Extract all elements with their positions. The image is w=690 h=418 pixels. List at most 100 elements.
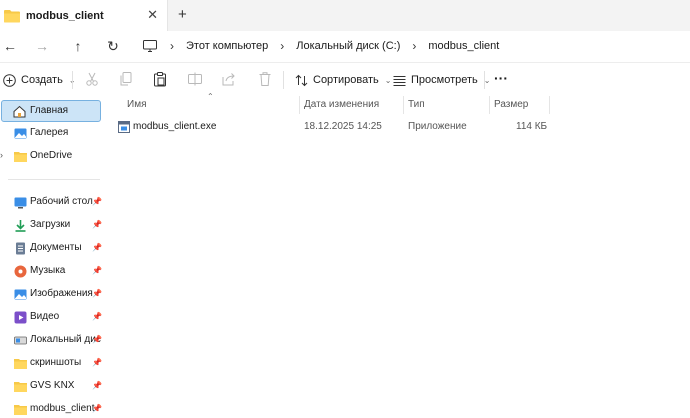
sidebar-item-label: Изображения bbox=[30, 288, 93, 299]
sidebar-item-label: скриншоты bbox=[30, 357, 82, 368]
monitor-icon[interactable] bbox=[143, 40, 157, 52]
file-list: ⌃ Имя Дата изменения Тип Размер modbus_c… bbox=[106, 92, 690, 418]
pin-icon[interactable]: 📌 bbox=[92, 289, 102, 298]
pin-icon[interactable]: 📌 bbox=[92, 220, 102, 229]
more-options-button[interactable]: ··· bbox=[494, 68, 508, 88]
sidebar-item-label: Документы bbox=[30, 242, 82, 253]
breadcrumb: › Этот компьютер › Локальный диск (C:) ›… bbox=[170, 36, 499, 56]
sidebar-item-screenshots[interactable]: скриншоты 📌 bbox=[0, 353, 104, 375]
refresh-button[interactable]: ↻ bbox=[103, 36, 123, 56]
sidebar-item-label: modbus_client bbox=[30, 403, 95, 414]
column-divider[interactable] bbox=[489, 96, 490, 114]
sidebar-item-pictures[interactable]: Изображения 📌 bbox=[0, 284, 104, 306]
tab-title: modbus_client bbox=[26, 9, 104, 22]
folder-icon bbox=[14, 359, 27, 369]
tab-modbus-client[interactable]: modbus_client ✕ bbox=[0, 0, 168, 31]
tab-bar: modbus_client ✕ + bbox=[0, 0, 690, 31]
sidebar-item-label: Галерея bbox=[30, 127, 69, 138]
up-button[interactable]: ↑ bbox=[68, 36, 88, 56]
pin-icon[interactable]: 📌 bbox=[92, 243, 102, 252]
music-icon bbox=[14, 265, 27, 278]
chevron-right-icon[interactable]: › bbox=[0, 150, 3, 160]
sidebar-item-home[interactable]: Главная bbox=[1, 100, 101, 122]
breadcrumb-modbus-client[interactable]: modbus_client bbox=[428, 40, 499, 52]
breadcrumb-this-pc[interactable]: Этот компьютер bbox=[186, 40, 268, 52]
plus-circle-icon bbox=[3, 73, 16, 87]
sidebar-item-gallery[interactable]: Галерея bbox=[0, 123, 104, 145]
chevron-down-icon: ⌄ bbox=[384, 75, 392, 85]
new-tab-button[interactable]: + bbox=[178, 6, 187, 24]
column-divider[interactable] bbox=[299, 96, 300, 114]
pin-icon[interactable]: 📌 bbox=[92, 197, 102, 206]
cut-icon[interactable] bbox=[84, 71, 100, 87]
file-date: 18.12.2025 14:25 bbox=[304, 121, 382, 132]
sidebar-item-desktop[interactable]: Рабочий стол 📌 bbox=[0, 192, 104, 214]
file-name: modbus_client.exe bbox=[133, 121, 217, 132]
view-list-icon bbox=[393, 75, 406, 86]
pin-icon[interactable]: 📌 bbox=[92, 312, 102, 321]
sort-ascending-icon: ⌃ bbox=[207, 92, 214, 101]
pin-icon[interactable]: 📌 bbox=[92, 358, 102, 367]
home-icon bbox=[13, 105, 26, 118]
sidebar-item-downloads[interactable]: Загрузки 📌 bbox=[0, 215, 104, 237]
pin-icon[interactable]: 📌 bbox=[92, 404, 102, 413]
copy-icon[interactable] bbox=[118, 71, 134, 87]
folder-icon bbox=[14, 152, 27, 162]
sort-icon bbox=[295, 74, 308, 86]
file-size: 114 КБ bbox=[516, 121, 548, 132]
column-divider[interactable] bbox=[549, 96, 550, 114]
desktop-icon bbox=[14, 197, 27, 209]
share-icon[interactable] bbox=[221, 71, 237, 87]
column-header-type[interactable]: Тип bbox=[408, 97, 425, 113]
sidebar-item-gvs-knx[interactable]: GVS KNX 📌 bbox=[0, 376, 104, 398]
column-header-size[interactable]: Размер bbox=[494, 97, 528, 113]
forward-button[interactable]: → bbox=[32, 36, 52, 56]
sidebar-item-documents[interactable]: Документы 📌 bbox=[0, 238, 104, 260]
breadcrumb-local-disk[interactable]: Локальный диск (C:) bbox=[296, 40, 400, 52]
file-row[interactable]: modbus_client.exe 18.12.2025 14:25 Прило… bbox=[116, 118, 548, 136]
column-header-name[interactable]: Имя bbox=[127, 97, 146, 113]
new-button[interactable]: Создать ⌄ bbox=[3, 70, 76, 90]
file-type: Приложение bbox=[408, 121, 467, 132]
toolbar-divider bbox=[484, 71, 485, 89]
sidebar-divider bbox=[8, 179, 100, 180]
sidebar-item-label: Загрузки bbox=[30, 219, 71, 230]
folder-icon bbox=[4, 9, 20, 22]
sidebar-item-modbus-client[interactable]: modbus_client 📌 bbox=[0, 399, 104, 418]
documents-icon bbox=[16, 242, 25, 255]
video-icon bbox=[14, 311, 27, 324]
sidebar-item-local-disk[interactable]: Локальный дис 📌 bbox=[0, 330, 104, 352]
delete-icon[interactable] bbox=[257, 71, 273, 87]
sidebar-item-onedrive[interactable]: › OneDrive bbox=[0, 146, 104, 168]
paste-icon[interactable] bbox=[152, 71, 168, 87]
rename-icon[interactable] bbox=[187, 71, 203, 87]
pin-icon[interactable]: 📌 bbox=[92, 381, 102, 390]
new-button-label: Создать bbox=[21, 74, 63, 86]
column-header-date[interactable]: Дата изменения bbox=[304, 97, 379, 113]
sidebar-item-label: Музыка bbox=[30, 265, 66, 276]
pin-icon[interactable]: 📌 bbox=[92, 335, 102, 344]
pin-icon[interactable]: 📌 bbox=[92, 266, 102, 275]
exe-icon bbox=[118, 121, 130, 133]
folder-icon bbox=[14, 405, 27, 415]
sidebar-item-label: GVS KNX bbox=[30, 380, 75, 391]
sort-button[interactable]: Сортировать ⌄ bbox=[295, 70, 391, 90]
command-bar: Создать ⌄ Сортировать ⌄ Пр bbox=[0, 62, 690, 96]
back-button[interactable]: ← bbox=[0, 36, 20, 56]
pictures-icon bbox=[14, 289, 27, 300]
toolbar-divider bbox=[283, 71, 284, 89]
view-button[interactable]: Просмотреть ⌄ bbox=[393, 70, 490, 90]
close-tab-button[interactable]: ✕ bbox=[147, 8, 158, 22]
drive-icon bbox=[14, 336, 27, 345]
toolbar-divider bbox=[72, 71, 73, 89]
gallery-icon bbox=[14, 128, 27, 139]
sidebar-item-music[interactable]: Музыка 📌 bbox=[0, 261, 104, 283]
sort-button-label: Сортировать bbox=[313, 74, 379, 86]
sidebar-item-label: Видео bbox=[30, 311, 60, 322]
breadcrumb-separator: › bbox=[412, 39, 417, 53]
sidebar-item-label: OneDrive bbox=[30, 150, 73, 161]
sidebar-item-videos[interactable]: Видео 📌 bbox=[0, 307, 104, 329]
column-divider[interactable] bbox=[403, 96, 404, 114]
breadcrumb-separator: › bbox=[170, 39, 174, 53]
breadcrumb-separator: › bbox=[280, 39, 285, 53]
